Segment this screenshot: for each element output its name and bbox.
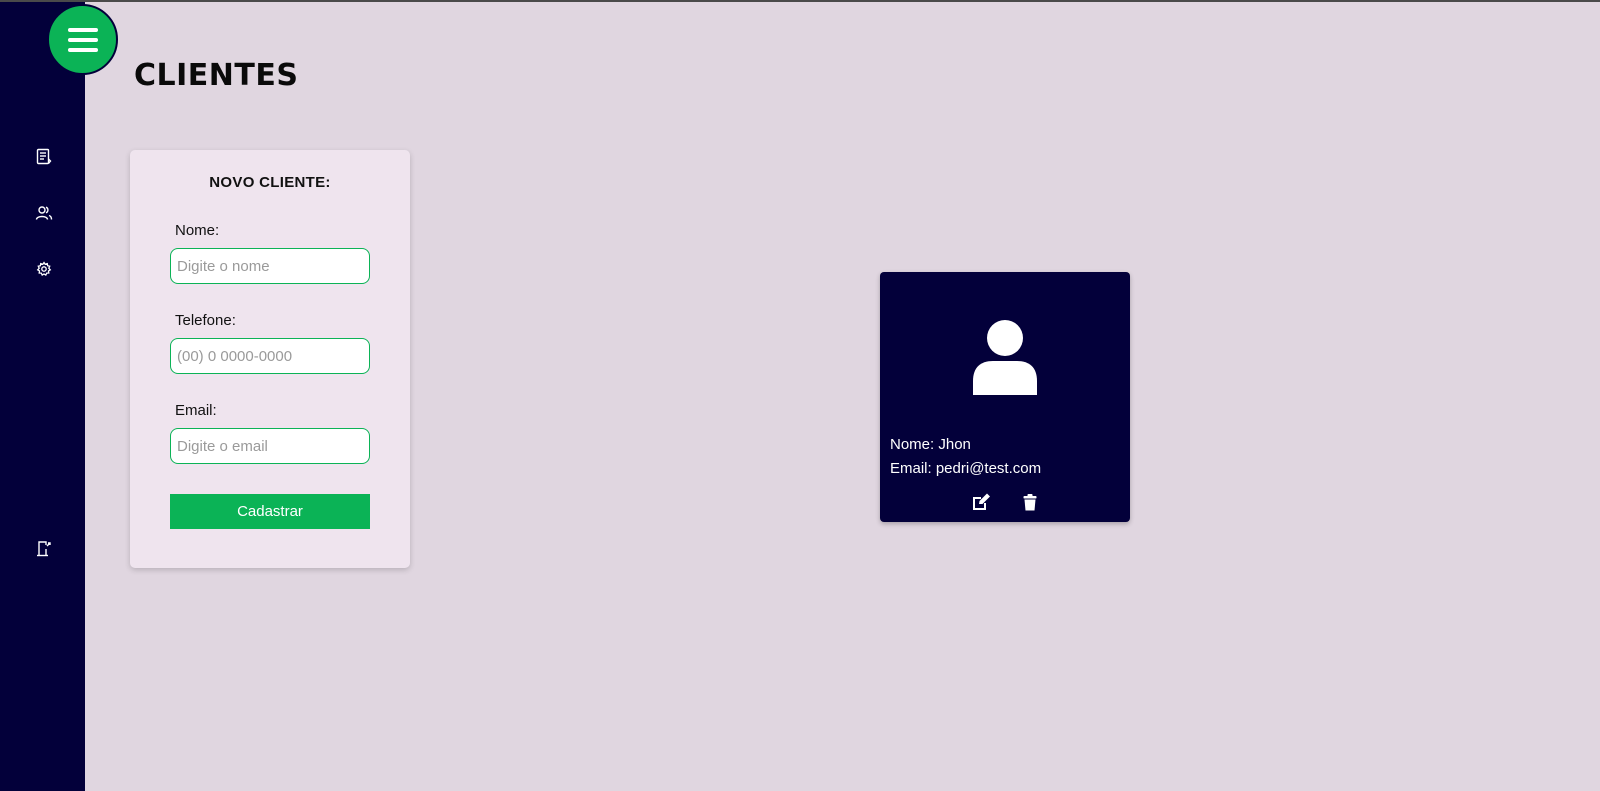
document-list-icon[interactable] (33, 146, 55, 168)
users-icon[interactable] (33, 202, 55, 224)
user-avatar-icon (971, 319, 1039, 395)
menu-bar (67, 37, 98, 42)
form-title: NOVO CLIENTE: (209, 174, 331, 191)
page-title: CLIENTES (134, 58, 299, 93)
sidebar (0, 2, 85, 791)
logout-door-icon[interactable] (33, 538, 55, 560)
edit-icon[interactable] (970, 491, 992, 513)
register-button[interactable]: Cadastrar (170, 494, 370, 529)
client-email: Email: pedri@test.com (890, 460, 1042, 477)
email-label: Email: (175, 402, 217, 419)
new-client-form: NOVO CLIENTE: Nome: Telefone: Email: Cad… (130, 150, 410, 568)
name-label: Nome: (175, 222, 220, 239)
trash-icon[interactable] (1019, 491, 1041, 513)
menu-bar (67, 27, 98, 32)
gear-icon[interactable] (33, 258, 55, 280)
menu-bar (67, 47, 98, 52)
email-input[interactable] (170, 428, 370, 464)
name-input[interactable] (170, 248, 370, 284)
client-name: Nome: Jhon (890, 436, 971, 453)
phone-label: Telefone: (175, 312, 236, 329)
client-card: Nome: Jhon Email: pedri@test.com (880, 272, 1130, 522)
hamburger-menu-icon[interactable] (47, 4, 118, 75)
phone-input[interactable] (170, 338, 370, 374)
window-top-border (0, 0, 1600, 2)
